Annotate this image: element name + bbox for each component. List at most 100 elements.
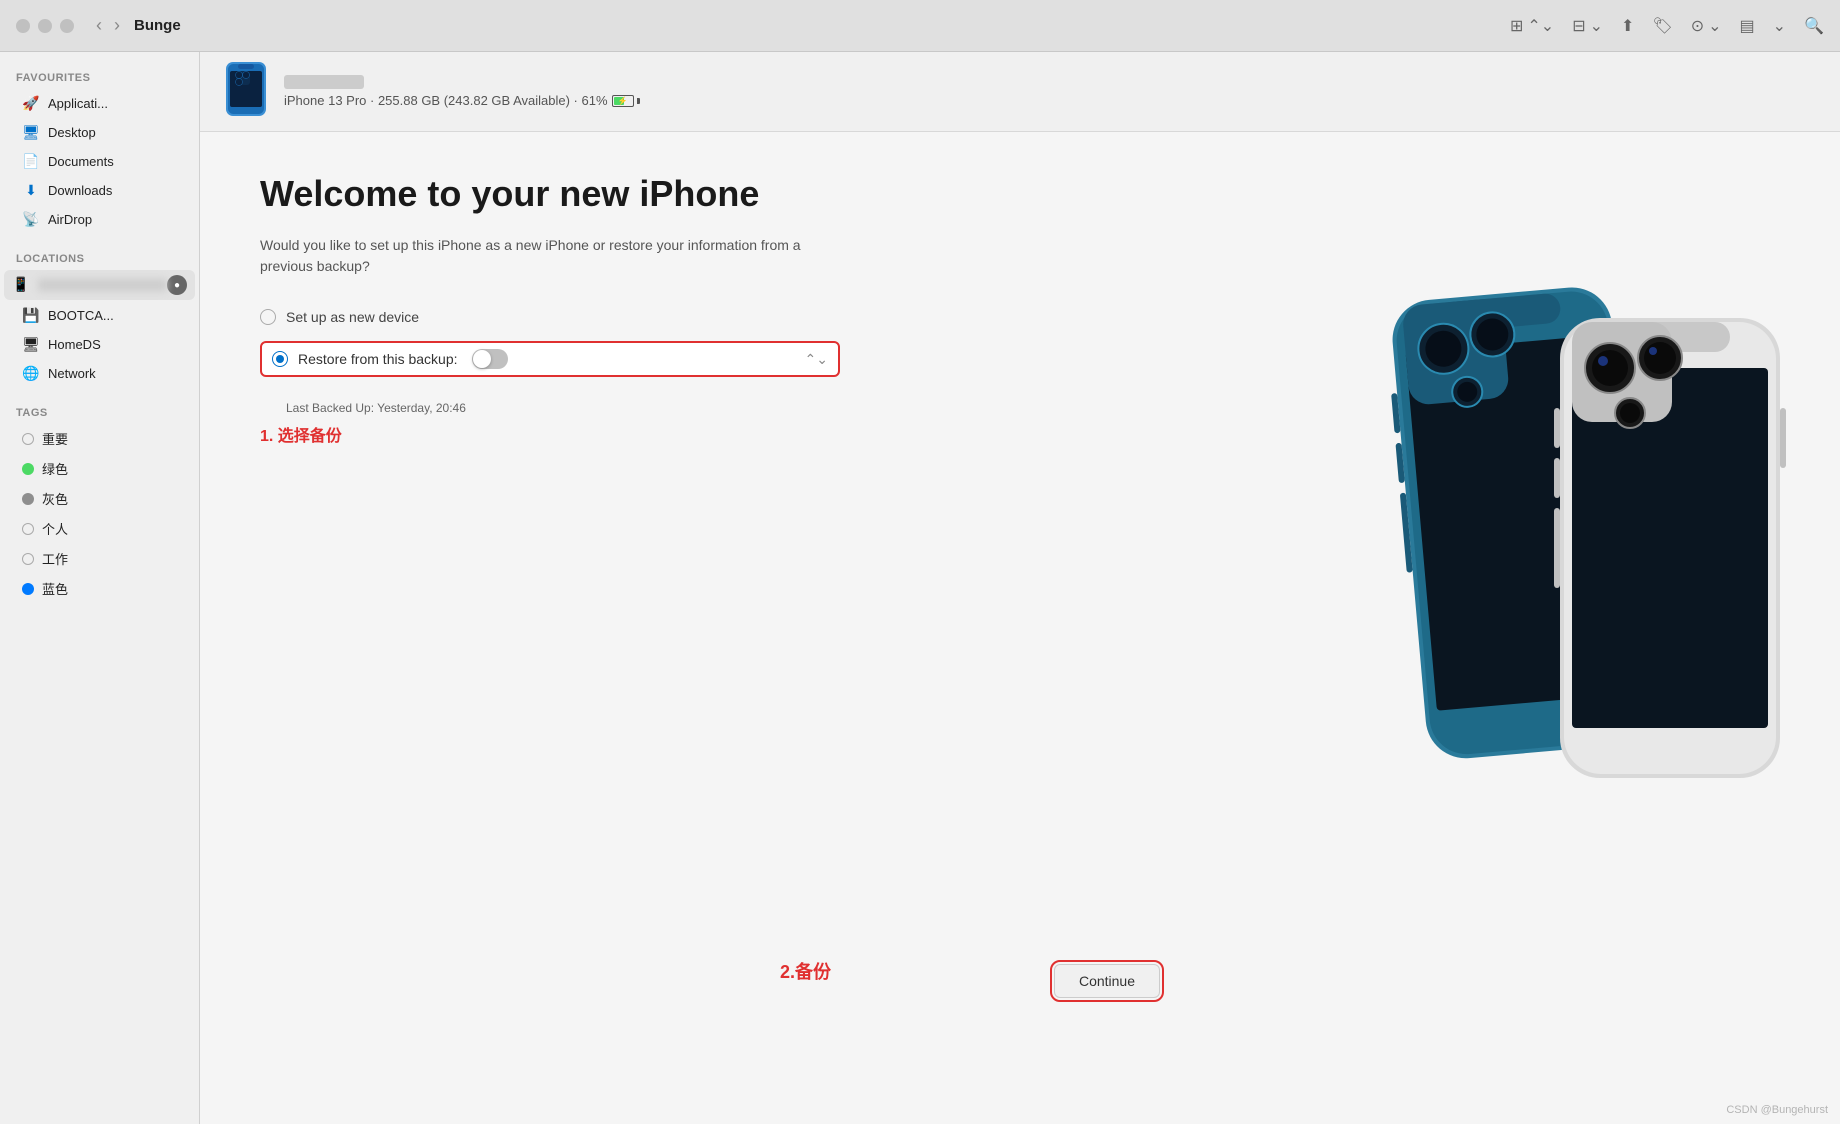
sidebar-item-label-homeds: HomeDS	[48, 337, 101, 352]
view-toggle-icon[interactable]: ⊞ ⌃⌄	[1510, 16, 1554, 36]
device-header: iPhone 13 Pro · 255.88 GB (243.82 GB Ava…	[200, 52, 1840, 132]
toggle-switch[interactable]	[472, 349, 508, 369]
applications-icon: 🚀	[22, 94, 40, 112]
device-details: iPhone 13 Pro · 255.88 GB (243.82 GB Ava…	[284, 93, 640, 108]
sidebar-item-label-airdrop: AirDrop	[48, 212, 92, 227]
sidebar-item-airdrop[interactable]: 📡 AirDrop	[6, 205, 193, 233]
list-icon: ⊟	[1572, 16, 1585, 36]
sidebar-item-label-applications: Applicati...	[48, 96, 108, 111]
favourites-section-title: Favourites	[0, 64, 199, 88]
device-badge: ●	[167, 275, 187, 295]
sidebar-item-bootcamp[interactable]: 💾 BOOTCA...	[6, 301, 193, 329]
documents-icon: 📄	[22, 152, 40, 170]
battery-tip	[637, 98, 640, 104]
back-button[interactable]: ‹	[90, 13, 108, 38]
sidebar-item-downloads[interactable]: ⬇ Downloads	[6, 176, 193, 204]
fullscreen-light[interactable]	[60, 19, 74, 33]
continue-button[interactable]: Continue	[1054, 964, 1160, 998]
sidebar-item-tag-personal[interactable]: 个人	[6, 514, 193, 543]
content-area: iPhone 13 Pro · 255.88 GB (243.82 GB Ava…	[200, 52, 1840, 1124]
sidebar-toggle-icon[interactable]: ▤	[1740, 16, 1755, 36]
battery-body: ⚡	[612, 95, 634, 107]
toggle-knob	[473, 350, 491, 368]
grid-icon: ⊞	[1510, 16, 1523, 36]
titlebar: ‹ › Bunge ⊞ ⌃⌄ ⊟ ⌄ ⬆ 🏷 ⊙ ⌄ ▤ ⌄ 🔍	[0, 0, 1840, 52]
radio-new-device[interactable]	[260, 309, 276, 325]
main-panel: Welcome to your new iPhone Would you lik…	[200, 132, 1840, 1124]
traffic-lights	[16, 19, 74, 33]
dropdown-arrow-icon[interactable]: ⌃⌄	[805, 351, 828, 368]
close-light[interactable]	[16, 19, 30, 33]
radio-option-restore[interactable]: Restore from this backup: ⌃⌄	[260, 341, 840, 377]
sidebar-item-label-bootcamp: BOOTCA...	[48, 308, 114, 323]
sidebar: Favourites 🚀 Applicati... 🖥 Desktop 📄 Do…	[0, 52, 200, 1124]
sidebar-item-applications[interactable]: 🚀 Applicati...	[6, 89, 193, 117]
annotation-2: 2.备份	[780, 958, 831, 984]
chevron-down-small-icon: ⌄	[1708, 16, 1721, 36]
arrow-icon: ⌄	[1773, 16, 1786, 36]
welcome-subtitle: Would you like to set up this iPhone as …	[260, 235, 840, 277]
device-name-blurred	[284, 75, 364, 89]
chevron-up-down-icon: ⌃⌄	[1527, 16, 1554, 36]
chevron-down-icon: ⌄	[1590, 16, 1603, 36]
tag-label-green: 绿色	[42, 459, 68, 478]
sidebar-item-device[interactable]: 📱 ●	[4, 270, 195, 300]
phone-icon	[224, 61, 268, 117]
welcome-title: Welcome to your new iPhone	[260, 172, 840, 215]
more-icon[interactable]: ⊙ ⌄	[1691, 16, 1722, 36]
homeds-icon: 🖥	[22, 335, 40, 353]
minimize-light[interactable]	[38, 19, 52, 33]
tag-label-work: 工作	[42, 549, 68, 568]
phone-icon-container	[224, 61, 268, 122]
forward-button[interactable]: ›	[108, 13, 126, 38]
share-icon[interactable]: ⬆	[1621, 16, 1634, 36]
sidebar-item-tag-gray[interactable]: 灰色	[6, 484, 193, 513]
tags-section-title: Tags	[0, 399, 199, 423]
airdrop-icon: 📡	[22, 210, 40, 228]
sidebar-item-desktop[interactable]: 🖥 Desktop	[6, 118, 193, 146]
radio-restore-backup[interactable]	[272, 351, 288, 367]
iphones-svg	[1320, 238, 1840, 1018]
sidebar-item-documents[interactable]: 📄 Documents	[6, 147, 193, 175]
tag-label-blue: 蓝色	[42, 579, 68, 598]
tag-dot-important	[22, 433, 34, 445]
tag-dot-work	[22, 553, 34, 565]
setup-content: Welcome to your new iPhone Would you lik…	[260, 172, 880, 1084]
battery-icon: ⚡	[612, 95, 640, 107]
locations-section-title: Locations	[0, 245, 199, 269]
tag-dot-personal	[22, 523, 34, 535]
restore-row: Restore from this backup: ⌃⌄	[260, 341, 840, 377]
radio-new-device-label: Set up as new device	[286, 309, 419, 325]
tag-dot-green	[22, 463, 34, 475]
device-info: iPhone 13 Pro · 255.88 GB (243.82 GB Ava…	[284, 75, 640, 108]
downloads-icon: ⬇	[22, 181, 40, 199]
tag-dot-blue	[22, 583, 34, 595]
network-icon: 🌐	[22, 364, 40, 382]
sidebar-item-label-network: Network	[48, 366, 96, 381]
view-list-icon[interactable]: ⊟ ⌄	[1572, 16, 1603, 36]
sidebar-item-homeds[interactable]: 🖥 HomeDS	[6, 330, 193, 358]
tag-label-important: 重要	[42, 429, 68, 448]
sidebar-item-tag-work[interactable]: 工作	[6, 544, 193, 573]
tag-dot-gray	[22, 493, 34, 505]
sidebar-item-tag-important[interactable]: 重要	[6, 424, 193, 453]
window-title: Bunge	[134, 17, 181, 34]
watermark: CSDN @Bungehurst	[1726, 1104, 1828, 1116]
last-backup-text: Last Backed Up: Yesterday, 20:46	[286, 401, 840, 415]
radio-option-new[interactable]: Set up as new device	[260, 309, 840, 325]
sidebar-item-label-downloads: Downloads	[48, 183, 112, 198]
tag-label-personal: 个人	[42, 519, 68, 538]
sidebar-item-tag-blue[interactable]: 蓝色	[6, 574, 193, 603]
search-icon[interactable]: 🔍	[1804, 16, 1824, 36]
panel-arrow-icon[interactable]: ⌄	[1773, 16, 1786, 36]
dots-icon: ⊙	[1691, 16, 1704, 36]
desktop-icon: 🖥	[22, 123, 40, 141]
main-layout: Favourites 🚀 Applicati... 🖥 Desktop 📄 Do…	[0, 52, 1840, 1124]
sidebar-item-tag-green[interactable]: 绿色	[6, 454, 193, 483]
toolbar-icons: ⊞ ⌃⌄ ⊟ ⌄ ⬆ 🏷 ⊙ ⌄ ▤ ⌄ 🔍	[1510, 16, 1824, 36]
device-details-text: iPhone 13 Pro · 255.88 GB (243.82 GB Ava…	[284, 93, 608, 108]
radio-group: Set up as new device Restore from this b…	[260, 309, 840, 377]
backup-select[interactable]	[466, 349, 805, 369]
tag-icon[interactable]: 🏷	[1652, 16, 1672, 36]
sidebar-item-network[interactable]: 🌐 Network	[6, 359, 193, 387]
